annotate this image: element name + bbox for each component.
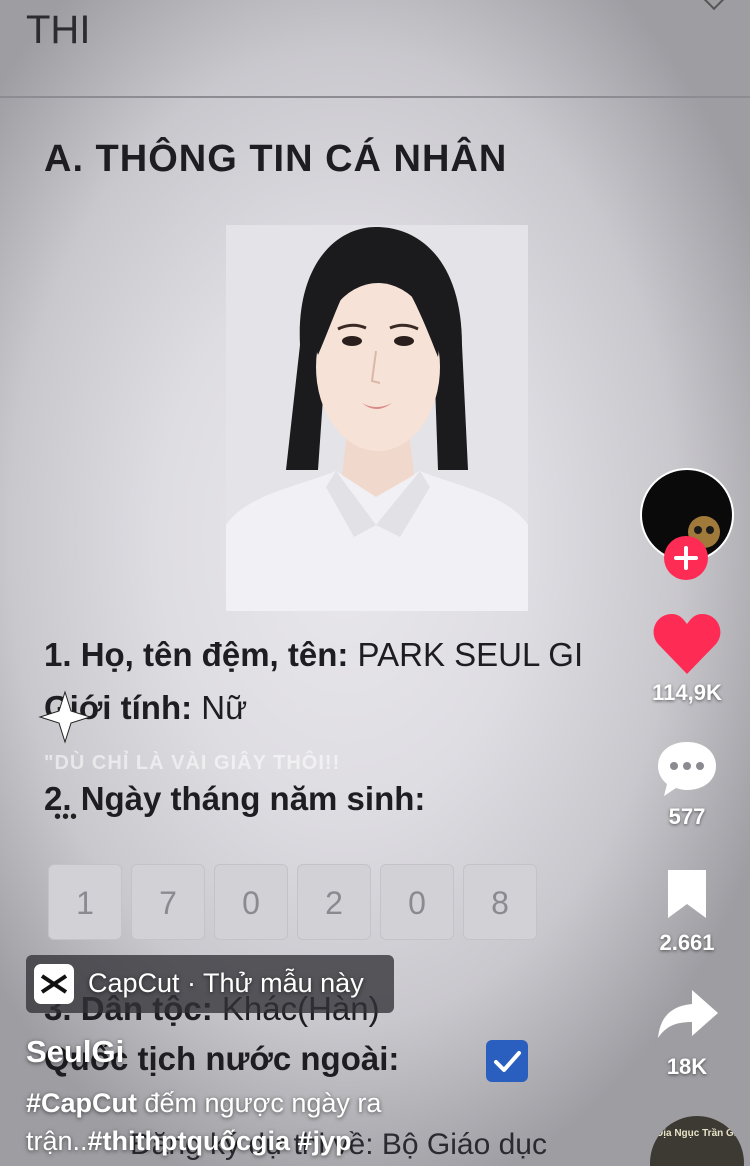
foreign-nationality-checkbox[interactable] xyxy=(486,1040,528,1082)
sound-disc[interactable]: Địa Ngục Trần Gian xyxy=(650,1116,744,1166)
username[interactable]: SeulGi xyxy=(26,1034,124,1070)
sound-label: Địa Ngục Trần Gian xyxy=(656,1128,744,1139)
video-caption-faded: "DÙ CHỈ LÀ VÀI GIÂY THÔI!! xyxy=(44,752,341,774)
chevron-down-icon xyxy=(699,0,729,11)
field-register-value: Bộ Giáo dục xyxy=(381,1128,547,1161)
field-name-row: 1. Họ, tên đệm, tên: PARK SEUL GI xyxy=(44,636,583,674)
hashtag-capcut[interactable]: #CapCut xyxy=(26,1088,137,1118)
caption-line-2: trận..#thithptquốcgia #jyp xyxy=(26,1126,352,1157)
sparkle-icon xyxy=(38,690,92,744)
share-count: 18K xyxy=(666,1054,708,1079)
capcut-template-button[interactable]: CapCut · Thử mẫu này xyxy=(26,955,394,1013)
dob-digit-box: 8 xyxy=(463,864,537,940)
heart-icon[interactable] xyxy=(652,612,722,676)
dob-digit-box: 0 xyxy=(214,864,288,940)
bookmark-icon[interactable] xyxy=(664,866,710,920)
video-frame[interactable]: THI A. THÔNG TIN CÁ NHÂN 1. Họ, tên đệm,… xyxy=(0,0,750,1166)
plus-icon xyxy=(674,546,698,570)
portrait-illustration xyxy=(226,227,528,611)
dob-digit-box: 1 xyxy=(48,864,122,940)
field-name-value: PARK SEUL GI xyxy=(357,636,584,673)
comment-icon[interactable] xyxy=(654,738,720,800)
hashtag-list[interactable]: #thithptquốcgia #jyp xyxy=(88,1126,352,1156)
field-dob-label: 2. Ngày tháng năm sinh: xyxy=(44,780,426,817)
section-title: A. THÔNG TIN CÁ NHÂN xyxy=(44,138,508,180)
portrait-photo xyxy=(226,225,528,611)
caption-text-2: trận.. xyxy=(26,1126,88,1156)
save-count: 2.661 xyxy=(659,930,715,955)
dob-digit-box: 0 xyxy=(380,864,454,940)
capcut-label: CapCut · Thử mẫu này xyxy=(88,968,364,998)
more-dots-icon: ••• xyxy=(54,806,79,828)
dob-digit-box: 7 xyxy=(131,864,205,940)
share-icon[interactable] xyxy=(656,986,720,1042)
caption-line-1: #CapCut đếm ngược ngày ra xyxy=(26,1088,381,1119)
header-partial-text: THI xyxy=(26,8,91,52)
follow-button[interactable] xyxy=(664,536,708,580)
capcut-logo-icon xyxy=(34,964,74,1004)
header-divider xyxy=(0,96,750,98)
dob-digit-box: 2 xyxy=(297,864,371,940)
field-name-label: 1. Họ, tên đệm, tên: xyxy=(44,636,349,673)
check-icon xyxy=(494,1051,521,1072)
comment-count: 577 xyxy=(668,804,706,829)
caption-text-1: đếm ngược ngày ra xyxy=(137,1088,382,1118)
like-count: 114,9K xyxy=(652,680,722,705)
field-gender-value: Nữ xyxy=(201,689,248,726)
